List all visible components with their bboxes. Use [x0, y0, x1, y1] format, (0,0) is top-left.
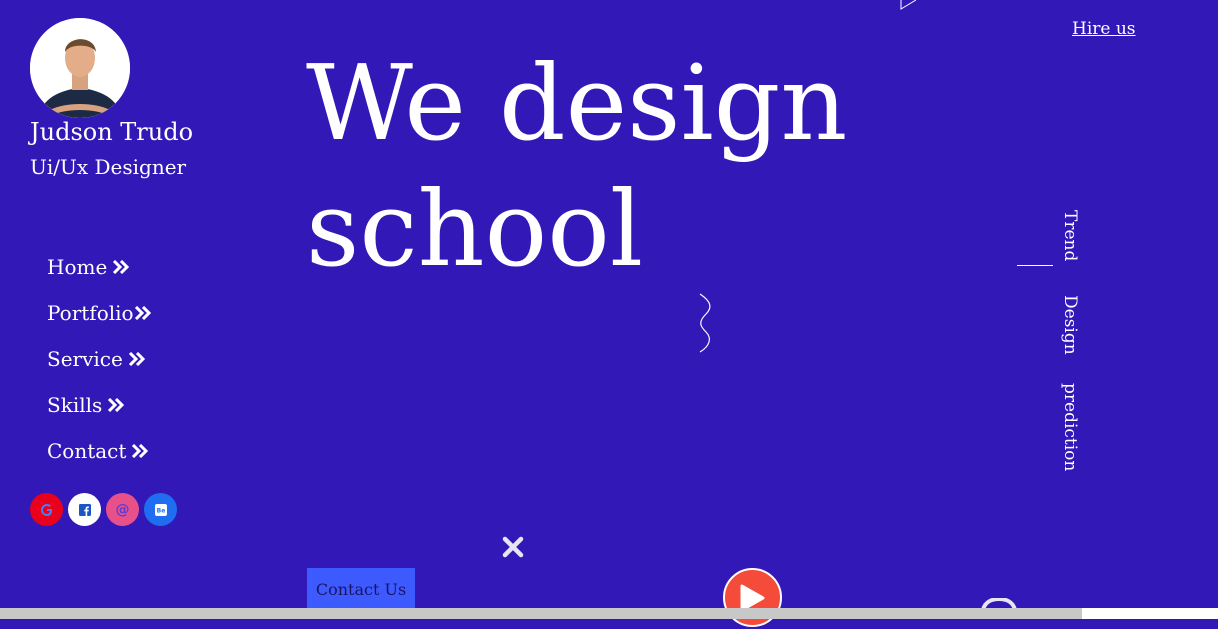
double-chevron-right-icon — [128, 352, 146, 366]
side-word-prediction: prediction — [1060, 383, 1080, 472]
email-icon: @ — [115, 501, 130, 518]
nav-item-home[interactable]: Home — [47, 244, 152, 290]
contact-us-button[interactable]: Contact Us — [307, 568, 415, 610]
nav-item-label: Contact — [47, 439, 127, 463]
nav-item-label: Portfolio — [47, 301, 134, 325]
squiggle-decoration-icon — [699, 293, 711, 353]
hero-headline: We design school — [306, 40, 847, 292]
hero-line-1: We design — [306, 42, 848, 164]
google-button[interactable] — [30, 493, 63, 526]
side-divider — [1017, 265, 1053, 266]
horizontal-scrollbar-track[interactable] — [1082, 608, 1218, 619]
facebook-icon — [78, 503, 91, 516]
triangle-decoration-icon — [900, 0, 917, 10]
profile-role: Ui/Ux Designer — [30, 155, 187, 179]
profile-name: Judson Trudo — [30, 118, 194, 146]
behance-button[interactable]: Be — [144, 493, 177, 526]
svg-text:Be: Be — [156, 507, 165, 514]
close-decoration-icon — [502, 536, 524, 558]
main-nav: Home Portfolio Service Skills Contact — [47, 244, 152, 474]
horizontal-scrollbar-thumb[interactable] — [0, 608, 1082, 619]
double-chevron-right-icon — [131, 444, 149, 458]
side-word-trend: Trend — [1060, 210, 1080, 262]
nav-item-portfolio[interactable]: Portfolio — [47, 290, 152, 336]
nav-item-service[interactable]: Service — [47, 336, 152, 382]
side-word-design: Design — [1060, 295, 1080, 355]
double-chevron-right-icon — [112, 260, 130, 274]
nav-item-skills[interactable]: Skills — [47, 382, 152, 428]
double-chevron-right-icon — [134, 306, 152, 320]
email-button[interactable]: @ — [106, 493, 139, 526]
hire-us-link[interactable]: Hire us — [1072, 19, 1136, 39]
social-links: @ Be — [30, 493, 177, 526]
nav-item-label: Home — [47, 255, 108, 279]
nav-item-label: Skills — [47, 393, 103, 417]
avatar — [30, 18, 130, 118]
hero-line-2: school — [306, 168, 644, 290]
facebook-button[interactable] — [68, 493, 101, 526]
double-chevron-right-icon — [107, 398, 125, 412]
nav-item-contact[interactable]: Contact — [47, 428, 152, 474]
google-icon — [40, 503, 52, 516]
behance-icon: Be — [154, 503, 167, 516]
nav-item-label: Service — [47, 347, 123, 371]
